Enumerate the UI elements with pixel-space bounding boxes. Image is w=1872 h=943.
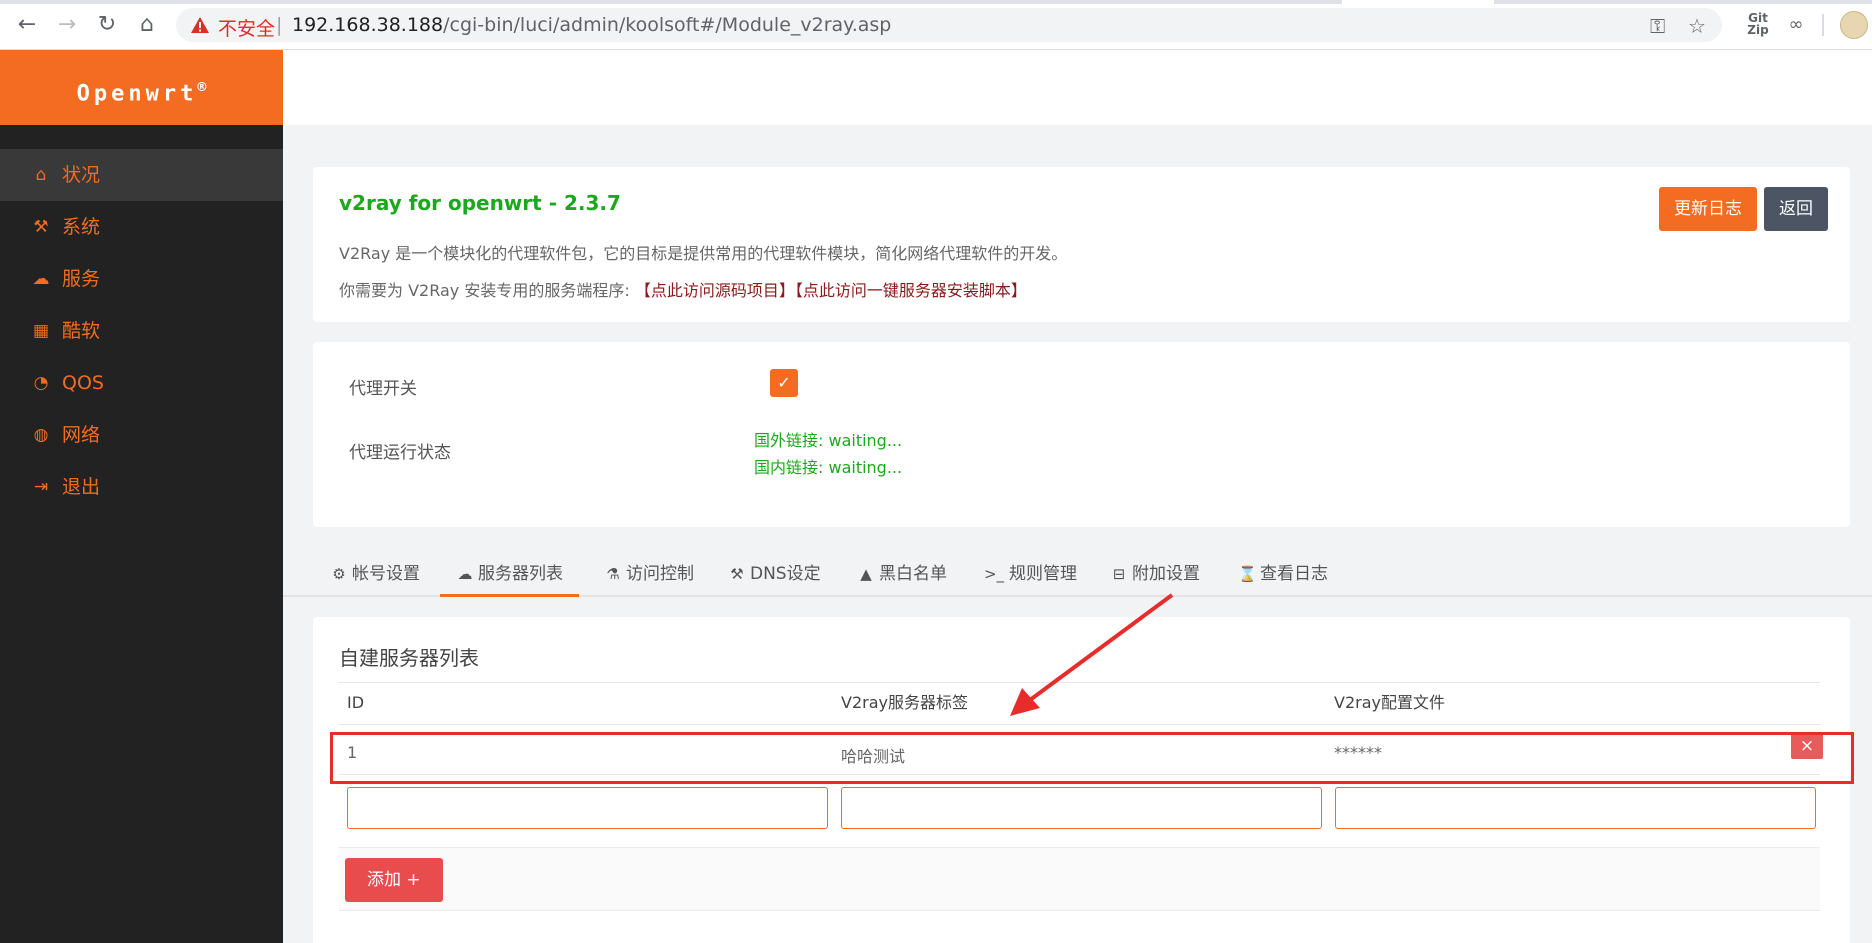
annotation-arrow-icon bbox=[1010, 593, 1174, 716]
